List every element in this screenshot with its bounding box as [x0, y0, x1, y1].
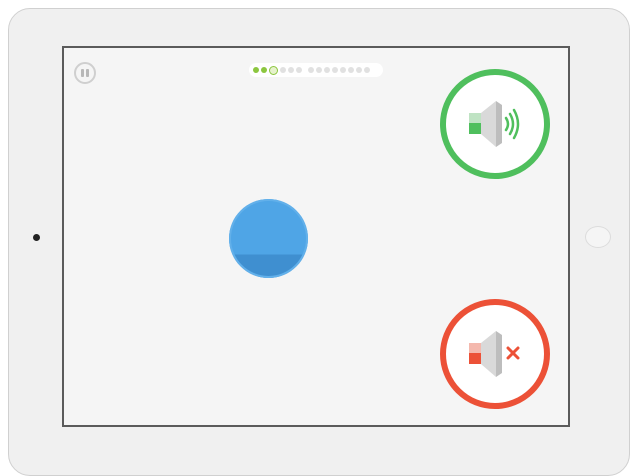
- progress-dot: [340, 67, 346, 73]
- progress-dot: [316, 67, 322, 73]
- pause-button[interactable]: [74, 62, 96, 84]
- sound-off-button[interactable]: [440, 299, 550, 409]
- speaker-mute-icon: [469, 331, 520, 377]
- progress-dot: [261, 67, 267, 73]
- progress-dot: [280, 67, 286, 73]
- progress-dot: [348, 67, 354, 73]
- progress-dot: [288, 67, 294, 73]
- camera-icon: [33, 234, 40, 241]
- progress-dot: [332, 67, 338, 73]
- progress-indicator: [249, 63, 383, 77]
- progress-dot: [253, 67, 259, 73]
- game-screen: [62, 46, 570, 427]
- progress-dot: [364, 67, 370, 73]
- progress-dot: [324, 67, 330, 73]
- blue-ball[interactable]: [229, 199, 308, 278]
- pause-icon-bar-right: [86, 69, 89, 77]
- progress-dot: [269, 65, 278, 75]
- speaker-sound-icon: [469, 101, 520, 147]
- home-button[interactable]: [585, 226, 611, 248]
- progress-dot: [356, 67, 362, 73]
- pause-icon-bar-left: [81, 69, 84, 77]
- progress-dot: [308, 67, 314, 73]
- sound-on-button[interactable]: [440, 69, 550, 179]
- progress-dot: [296, 67, 302, 73]
